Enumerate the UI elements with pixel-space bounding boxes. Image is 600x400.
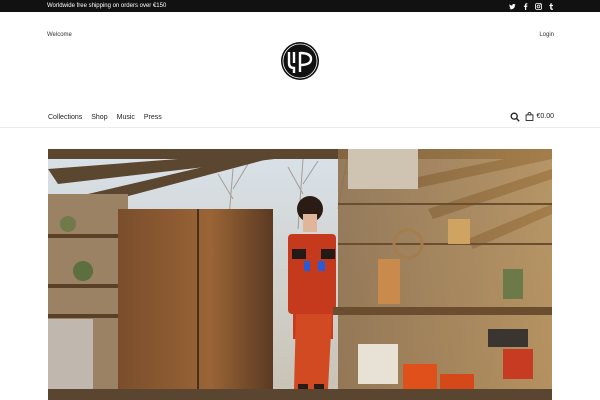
cart-total: €0.00: [536, 113, 554, 120]
instagram-icon[interactable]: [535, 2, 542, 10]
search-icon[interactable]: [510, 112, 520, 122]
welcome-text: Welcome: [47, 32, 72, 38]
shopping-bag-icon: [526, 112, 534, 121]
social-links: [509, 2, 555, 10]
nav-shop[interactable]: Shop: [91, 113, 107, 122]
main-navigation: Collections Shop Music Press: [48, 113, 162, 122]
announcement-bar: Worldwide free shipping on orders over €…: [0, 0, 600, 12]
brand-logo[interactable]: [280, 41, 320, 81]
free-shipping-message[interactable]: Worldwide free shipping on orders over €…: [47, 2, 166, 10]
login-link[interactable]: Login: [539, 32, 554, 38]
twitter-icon[interactable]: [509, 3, 516, 10]
facebook-icon[interactable]: [522, 2, 529, 10]
nav-music[interactable]: Music: [117, 113, 135, 122]
hero-image[interactable]: [48, 149, 552, 400]
hero-photo: [48, 149, 552, 400]
nav-collections[interactable]: Collections: [48, 113, 82, 122]
site-header: Welcome Login Collections Shop Music Pre…: [0, 12, 600, 128]
cart-button[interactable]: €0.00: [525, 112, 554, 121]
tumblr-icon[interactable]: [548, 2, 555, 10]
nav-press[interactable]: Press: [144, 113, 162, 122]
